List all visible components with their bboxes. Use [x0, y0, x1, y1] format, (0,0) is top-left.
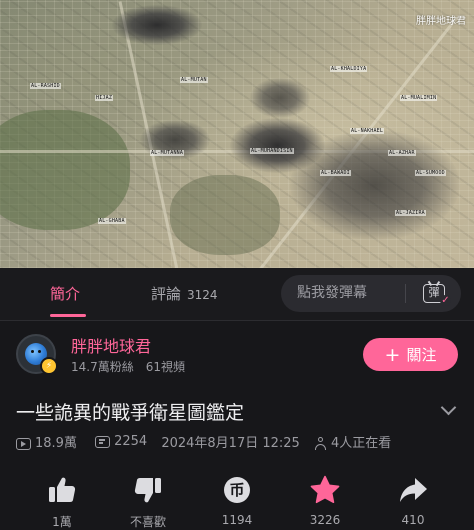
- action-bar: 1萬 不喜歡 币 1194 3226 410: [0, 470, 474, 529]
- chevron-down-icon[interactable]: [440, 399, 457, 416]
- tab-bar: 簡介 評論 3124 點我發彈幕 彈 ✓: [0, 268, 474, 321]
- danmaku-count: 2254: [114, 434, 148, 449]
- like-button[interactable]: 1萬: [22, 470, 102, 529]
- tab-active-indicator: [50, 314, 86, 317]
- channel-watermark: 胖胖地球君: [416, 16, 466, 27]
- thumbs-up-icon: [46, 474, 78, 506]
- danmaku-on-check-icon: ✓: [440, 295, 451, 306]
- uploader-name[interactable]: 胖胖地球君: [71, 333, 151, 357]
- tab-comments[interactable]: 評論 3124: [151, 268, 218, 320]
- like-count: 1萬: [52, 515, 72, 529]
- map-label: AL-BAWADI: [320, 170, 351, 176]
- watching-item: 4人正在看: [314, 432, 391, 451]
- map-label: AL-MUTANNA: [150, 150, 185, 156]
- danmaku-divider: [405, 284, 406, 303]
- map-label: AL-NAKHAEL: [350, 128, 385, 134]
- danmaku-count-icon: [95, 435, 111, 448]
- follow-label: 關注: [406, 346, 437, 364]
- dislike-label: 不喜歡: [129, 515, 166, 529]
- coin-count: 1194: [221, 513, 253, 527]
- map-label: AL-MUALIMIN: [400, 95, 438, 101]
- map-label: AL-GHABA: [98, 218, 126, 224]
- tab-intro[interactable]: 簡介: [50, 268, 80, 320]
- uploader-section: ⚡ 胖胖地球君 14.7萬粉絲 61視頻 + 關注: [0, 321, 474, 391]
- view-count: 18.9萬: [35, 436, 77, 451]
- plus-icon: +: [384, 344, 401, 366]
- map-label: AL-MUTAN: [180, 77, 208, 83]
- view-count-item: 18.9萬: [16, 432, 77, 451]
- avatar-face: [31, 350, 34, 353]
- watching-count: 4人正在看: [330, 436, 392, 451]
- share-arrow-icon: [397, 474, 429, 506]
- danmaku-toggle-button[interactable]: 彈 ✓: [423, 281, 451, 306]
- map-label: AL-MUHANDISIN: [250, 148, 294, 154]
- uploader-avatar[interactable]: ⚡: [16, 334, 58, 375]
- share-button[interactable]: 410: [373, 470, 453, 529]
- dislike-button[interactable]: 不喜歡: [108, 470, 188, 529]
- danmaku-placeholder: 點我發彈幕: [297, 285, 367, 301]
- thumbs-down-icon: [132, 474, 164, 506]
- smoke-plume: [250, 78, 310, 118]
- map-label: AL-RASHID: [30, 83, 61, 89]
- video-meta: 18.9萬 2254 2024年8月17日 12:25 4人正在看: [16, 432, 391, 451]
- uploader-stats: 14.7萬粉絲 61視頻: [71, 358, 185, 375]
- danmaku-count-item: 2254: [95, 434, 147, 449]
- video-title: 一些詭異的戰爭衛星圖鑑定: [16, 402, 245, 424]
- video-player[interactable]: AL-MUTAN AL-MUTANNA HIJAZ AL-KHALDIYA AL…: [0, 0, 474, 268]
- comments-count: 3124: [187, 288, 218, 302]
- play-count-icon: [16, 437, 31, 450]
- smoke-plume: [112, 5, 202, 45]
- map-label: HIJAZ: [95, 95, 114, 101]
- vegetation-patch: [0, 110, 130, 230]
- tab-comments-label: 評論: [151, 285, 182, 303]
- map-label: AL-AZHAR: [388, 150, 416, 156]
- person-icon: [314, 437, 327, 450]
- favorite-count: 3226: [309, 513, 341, 527]
- coin-glyph: 币: [224, 477, 250, 503]
- coin-icon: 币: [221, 474, 253, 506]
- map-label: AL-JAZIRA: [395, 210, 426, 216]
- verified-badge-icon: ⚡: [40, 357, 58, 375]
- smoke-plume: [290, 130, 460, 240]
- vegetation-patch: [170, 175, 280, 255]
- favorite-button[interactable]: 3226: [285, 470, 365, 529]
- danmaku-input[interactable]: 點我發彈幕 彈 ✓: [281, 275, 461, 312]
- map-label: AL-SUMOOD: [415, 170, 446, 176]
- star-icon: [309, 474, 341, 506]
- map-label: AL-KHALDIYA: [330, 66, 368, 72]
- video-count: 61視頻: [145, 360, 186, 374]
- share-count: 410: [401, 513, 425, 527]
- publish-datetime: 2024年8月17日 12:25: [161, 436, 300, 451]
- follow-button[interactable]: + 關注: [363, 338, 458, 371]
- follower-count: 14.7萬粉絲: [71, 360, 134, 374]
- coin-button[interactable]: 币 1194: [197, 470, 277, 529]
